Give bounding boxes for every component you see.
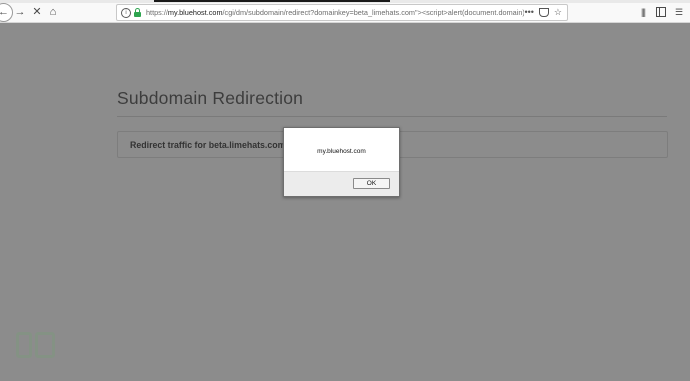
menu-icon[interactable]: ☰ [674,6,684,18]
browser-window: ← → ✕ ⌂ i https://my.bluehost.com/cgi/dm… [0,0,690,381]
home-icon[interactable]: ⌂ [45,4,61,20]
more-icon[interactable]: ••• [524,8,533,17]
forward-arrow-icon[interactable]: → [12,4,28,20]
pocket-icon[interactable] [538,8,549,17]
page-title: Subdomain Redirection [117,88,304,108]
watermark-shape [16,332,32,358]
page-content: Subdomain Redirection Redirect traffic f… [0,23,690,381]
ok-button[interactable]: OK [353,178,390,189]
dialog-footer: OK [284,171,399,196]
url-text[interactable]: https://my.bluehost.com/cgi/dm/subdomain… [146,8,524,17]
alert-dialog: my.bluehost.com OK [283,127,400,197]
sidebar-icon[interactable] [656,6,666,18]
lock-icon[interactable] [134,8,141,17]
url-scheme: https:// [146,8,168,17]
navigation-toolbar: ← → ✕ ⌂ i https://my.bluehost.com/cgi/dm… [0,3,690,23]
library-icon[interactable]: ||| [638,6,648,18]
title-divider [117,116,667,117]
url-bar[interactable]: i https://my.bluehost.com/cgi/dm/subdoma… [116,4,568,21]
url-host: my.bluehost.com [167,8,223,17]
dialog-message: my.bluehost.com [317,148,366,155]
toolbar-right-icons: ||| ☰ [638,6,684,18]
info-icon[interactable]: i [121,7,131,18]
active-tab-indicator [154,0,390,2]
url-path: /cgi/dm/subdomain/redirect?domainkey=bet… [222,8,525,17]
watermark-logo [16,332,55,358]
watermark-shape [35,332,55,358]
stop-icon[interactable]: ✕ [29,4,45,20]
redirect-label: Redirect traffic for beta.limehats.com"> [130,140,295,150]
star-icon[interactable]: ☆ [554,8,562,17]
